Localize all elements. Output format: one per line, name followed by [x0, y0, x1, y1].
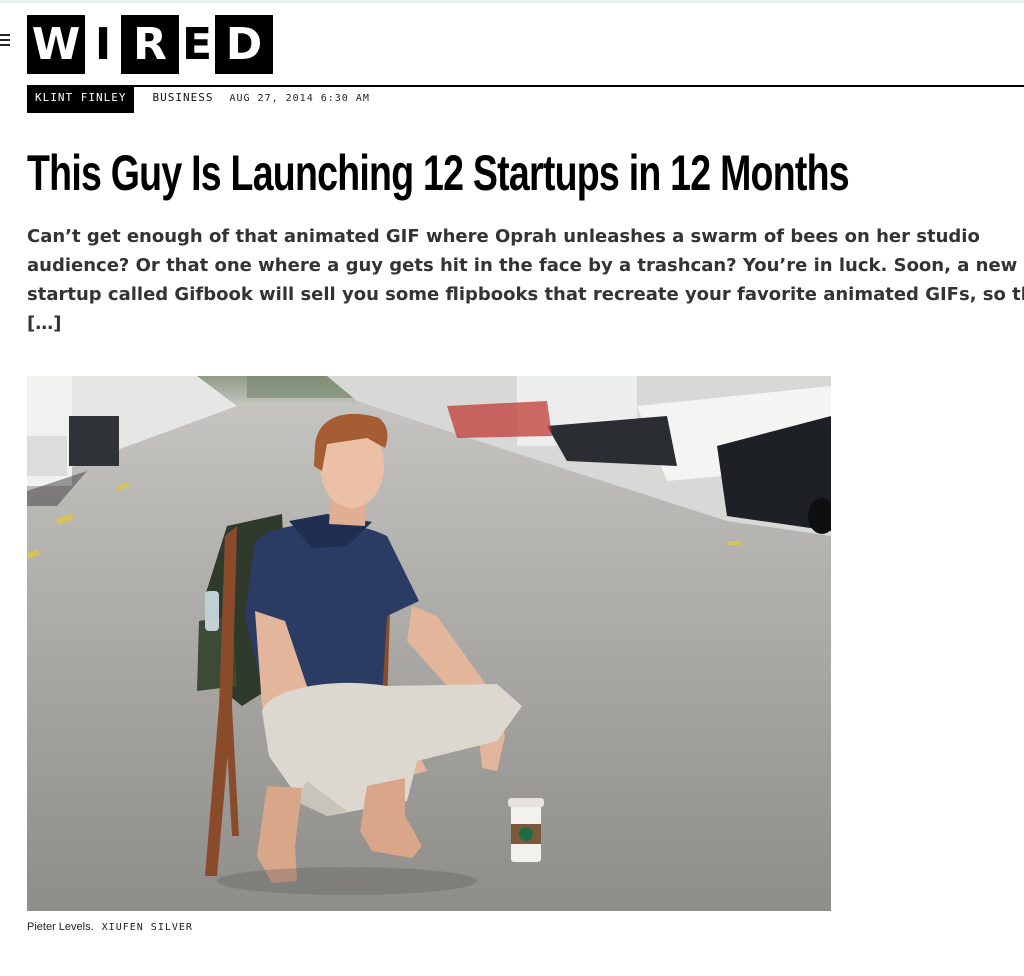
hero-photo-illustration — [27, 376, 831, 911]
article-headline: This Guy Is Launching 12 Startups in 12 … — [27, 145, 850, 201]
logo-letter-d: D — [215, 15, 273, 74]
byline: KLINT FINLEY BUSINESS AUG 27, 2014 6:30 … — [27, 86, 370, 113]
section-link[interactable]: BUSINESS — [152, 91, 213, 104]
logo-letter-w: W — [27, 15, 85, 74]
browser-top-strip — [0, 0, 1024, 3]
hamburger-menu-icon[interactable] — [0, 34, 10, 46]
image-caption: Pieter Levels. XIUFEN SILVER — [27, 921, 193, 933]
logo-letter-e: E — [181, 18, 213, 70]
author-link[interactable]: KLINT FINLEY — [27, 86, 135, 113]
wired-logo[interactable]: W I R E D — [27, 15, 273, 74]
logo-letter-r: R — [121, 15, 179, 74]
article-dek: Can’t get enough of that animated GIF wh… — [27, 226, 1024, 334]
photo-credit: XIUFEN SILVER — [101, 922, 193, 933]
caption-text: Pieter Levels. — [27, 921, 94, 933]
logo-letter-i: I — [94, 18, 112, 70]
hero-photo — [27, 376, 831, 911]
publish-date: AUG 27, 2014 6:30 AM — [229, 93, 370, 104]
